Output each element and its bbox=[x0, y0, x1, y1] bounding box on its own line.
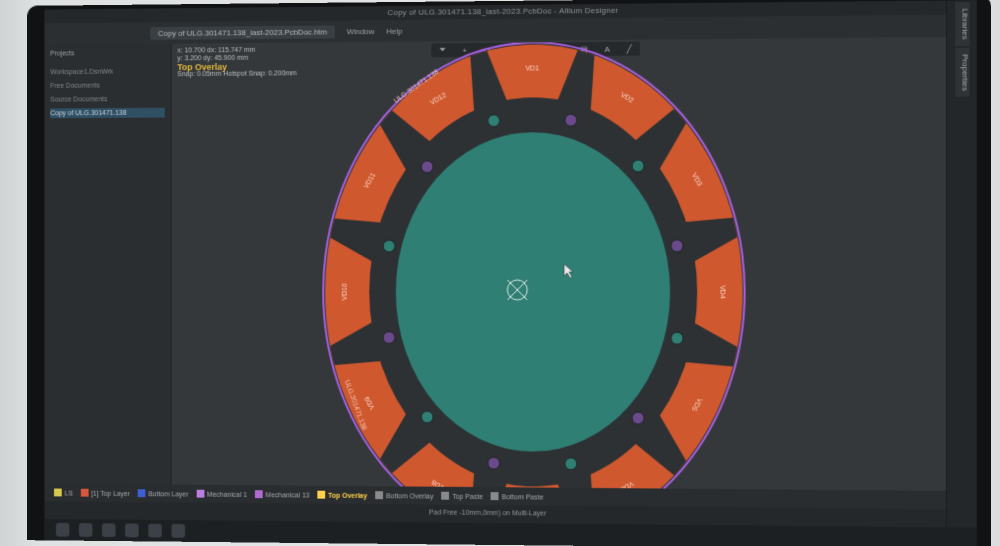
search-icon[interactable] bbox=[78, 523, 93, 537]
app-icon[interactable] bbox=[102, 523, 116, 538]
pcb-board[interactable]: VD1VD2VD3VD4VD5VD6VD7VD8VD9VD10VD11VD12 … bbox=[306, 41, 763, 544]
tree-item-workspace[interactable]: Workspace1.DsnWrk bbox=[50, 66, 165, 77]
right-panel-strip: Libraries Properties bbox=[946, 0, 977, 546]
via bbox=[421, 161, 433, 173]
tree-item-free-documents[interactable]: Free Documents bbox=[50, 80, 165, 91]
layer-tab[interactable]: Mechanical 1 bbox=[196, 489, 247, 499]
tree-label: Workspace1.DsnWrk bbox=[50, 68, 114, 76]
document-tab[interactable]: Copy of ULG.301471.138_last-2023.PcbDoc.… bbox=[150, 24, 335, 40]
via bbox=[383, 332, 395, 344]
layer-tab-active[interactable]: Top Overlay bbox=[317, 490, 367, 500]
via bbox=[632, 412, 644, 424]
via bbox=[421, 411, 433, 423]
layer-tab[interactable]: Mechanical 13 bbox=[254, 489, 309, 499]
layer-tab[interactable]: Bottom Paste bbox=[490, 491, 543, 501]
coordinate-readout: x: 10.700 dx: 115.747 mm y: 3.200 dy: 45… bbox=[177, 47, 297, 80]
start-icon[interactable] bbox=[55, 522, 70, 537]
tree-label: Copy of ULG.301471.138 bbox=[50, 109, 127, 117]
center-copper-pour bbox=[395, 131, 671, 453]
layer-tab[interactable]: Top Paste bbox=[441, 491, 483, 501]
layer-tab[interactable]: [1] Top Layer bbox=[80, 488, 130, 498]
layer-tab[interactable]: Bottom Overlay bbox=[375, 490, 433, 500]
pad-label: VD4 bbox=[718, 285, 725, 299]
via bbox=[671, 332, 683, 344]
app-icon[interactable] bbox=[171, 523, 186, 538]
tree-item-source-documents[interactable]: Source Documents bbox=[50, 94, 165, 105]
panel-title: Projects bbox=[50, 50, 75, 58]
layer-tab[interactable]: LS bbox=[54, 488, 73, 497]
tab-libraries[interactable]: Libraries bbox=[954, 2, 970, 46]
tree-label: Free Documents bbox=[50, 82, 100, 90]
layer-tab[interactable]: Bottom Layer bbox=[137, 488, 188, 498]
monitor-bezel: Copy of ULG.301471.138_last-2023.PcbDoc … bbox=[27, 0, 992, 546]
via bbox=[565, 457, 578, 471]
app-icon[interactable] bbox=[148, 523, 162, 538]
tab-properties[interactable]: Properties bbox=[954, 47, 970, 97]
pad-label: VD1 bbox=[525, 65, 539, 72]
snap-info: Snap: 0.05mm Hotspot Snap: 0.200mm bbox=[177, 70, 297, 79]
app-icon[interactable] bbox=[125, 523, 139, 538]
via bbox=[565, 113, 578, 127]
via bbox=[383, 240, 395, 252]
via bbox=[632, 160, 644, 172]
screen: Copy of ULG.301471.138_last-2023.PcbDoc … bbox=[44, 0, 977, 546]
tree-label: Source Documents bbox=[50, 95, 108, 104]
pad-label: VD10 bbox=[342, 283, 349, 300]
via bbox=[488, 115, 500, 127]
tree-item-pcbdoc[interactable]: Copy of ULG.301471.138 bbox=[50, 107, 165, 119]
projects-panel: Projects Workspace1.DsnWrk Free Document… bbox=[44, 43, 172, 485]
via bbox=[488, 457, 500, 469]
via bbox=[671, 240, 683, 252]
menu-help[interactable]: Help bbox=[386, 26, 402, 35]
menu-window[interactable]: Window bbox=[347, 27, 375, 36]
